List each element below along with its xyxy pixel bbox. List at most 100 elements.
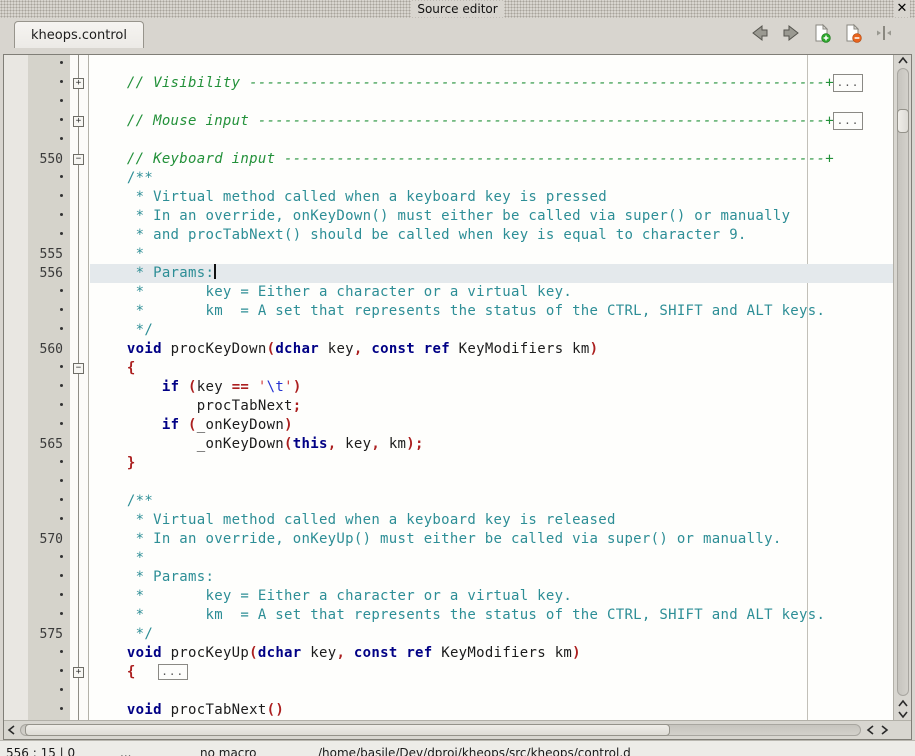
remove-document-button[interactable] [842,22,864,44]
fold-expand-icon[interactable]: + [73,116,84,127]
code-row[interactable] [4,682,893,701]
code-line[interactable]: * key = Either a character or a virtual … [90,587,893,606]
go-forward-button[interactable] [780,22,802,44]
code-line[interactable]: * In an override, onKeyDown() must eithe… [90,207,893,226]
fold-collapse-icon[interactable]: − [73,363,84,374]
scroll-up-icon[interactable] [896,55,910,66]
scroll-left2-icon[interactable] [863,725,877,736]
scroll-up2-icon[interactable] [896,698,910,709]
code-line[interactable]: // Visibility --------------------------… [90,74,893,93]
code-row[interactable]: * km = A set that represents the status … [4,302,893,321]
code-row[interactable]: + // Visibility ------------------------… [4,74,893,93]
code-line[interactable]: if (key == '\t') [90,378,893,397]
tab-kheops-control[interactable]: kheops.control [14,21,144,48]
horizontal-scroll-thumb[interactable] [25,724,670,736]
fold-expand-icon[interactable]: + [73,78,84,89]
code-row[interactable]: */ [4,321,893,340]
code-line[interactable]: * key = Either a character or a virtual … [90,283,893,302]
code-line[interactable]: // Keyboard input ----------------------… [90,150,893,169]
vertical-scrollbar[interactable] [893,55,911,720]
code-line[interactable]: { [90,359,893,378]
code-row[interactable]: /** [4,492,893,511]
code-line[interactable]: } [90,454,893,473]
vertical-scroll-thumb[interactable] [897,109,909,133]
horizontal-scrollbar[interactable] [4,720,911,739]
close-icon[interactable]: ✕ [894,0,910,17]
folded-code-box[interactable]: ... [833,112,863,130]
scroll-down-icon[interactable] [896,709,910,720]
code-row[interactable]: /** [4,169,893,188]
code-row[interactable]: 550− // Keyboard input -----------------… [4,150,893,169]
fold-expand-icon[interactable]: + [73,667,84,678]
code-line[interactable]: * Params: [90,568,893,587]
code-area[interactable]: + // Visibility ------------------------… [4,55,893,720]
new-document-button[interactable] [811,22,833,44]
code-row[interactable]: 560 void procKeyDown(dchar key, const re… [4,340,893,359]
code-row[interactable]: − { [4,359,893,378]
vertical-scroll-track[interactable] [897,68,909,696]
code-line[interactable] [90,131,893,150]
code-line[interactable] [90,55,893,74]
code-row[interactable]: void procTabNext() [4,701,893,720]
code-line[interactable]: void procKeyDown(dchar key, const ref Ke… [90,340,893,359]
code-row[interactable]: * Virtual method called when a keyboard … [4,511,893,530]
code-row[interactable]: * [4,549,893,568]
code-line[interactable] [90,473,893,492]
code-row[interactable]: 575 */ [4,625,893,644]
code-row[interactable]: } [4,454,893,473]
code-line[interactable]: /** [90,492,893,511]
code-line[interactable]: {... [90,663,893,682]
scroll-right-icon[interactable] [877,725,891,736]
fold-collapse-icon[interactable]: − [73,154,84,165]
code-line[interactable]: */ [90,625,893,644]
code-row[interactable]: * km = A set that represents the status … [4,606,893,625]
code-line[interactable]: * In an override, onKeyUp() must either … [90,530,893,549]
code-row[interactable]: * Params: [4,568,893,587]
code-row[interactable]: 570 * In an override, onKeyUp() must eit… [4,530,893,549]
code-token: ) [284,417,293,433]
code-row[interactable]: + // Mouse input -----------------------… [4,112,893,131]
split-view-button[interactable] [873,22,895,44]
horizontal-scroll-track[interactable] [20,724,861,736]
code-row[interactable] [4,473,893,492]
code-row[interactable]: * Virtual method called when a keyboard … [4,188,893,207]
scroll-left-icon[interactable] [4,725,18,736]
code-line[interactable]: _onKeyDown(this, key, km); [90,435,893,454]
code-row[interactable]: if (_onKeyDown) [4,416,893,435]
code-line[interactable] [90,682,893,701]
code-line[interactable]: void procKeyUp(dchar key, const ref KeyM… [90,644,893,663]
code-row[interactable]: 556 * Params: [4,264,893,283]
code-row[interactable]: + {... [4,663,893,682]
code-row[interactable]: 565 _onKeyDown(this, key, km); [4,435,893,454]
code-line[interactable]: */ [90,321,893,340]
code-row[interactable]: * and procTabNext() should be called whe… [4,226,893,245]
code-row[interactable]: 555 * [4,245,893,264]
code-row[interactable]: * In an override, onKeyDown() must eithe… [4,207,893,226]
code-line[interactable] [90,93,893,112]
code-row[interactable] [4,131,893,150]
code-line[interactable]: * and procTabNext() should be called whe… [90,226,893,245]
code-line[interactable]: void procTabNext() [90,701,893,720]
folded-code-box[interactable]: ... [158,664,188,680]
code-line[interactable]: * km = A set that represents the status … [90,302,893,321]
code-line[interactable]: * km = A set that represents the status … [90,606,893,625]
code-row[interactable]: procTabNext; [4,397,893,416]
code-line[interactable]: procTabNext; [90,397,893,416]
code-line[interactable]: * Virtual method called when a keyboard … [90,188,893,207]
code-row[interactable] [4,93,893,112]
go-back-button[interactable] [749,22,771,44]
code-line[interactable]: if (_onKeyDown) [90,416,893,435]
code-row[interactable]: * key = Either a character or a virtual … [4,587,893,606]
code-line[interactable]: * [90,549,893,568]
code-line[interactable]: * Virtual method called when a keyboard … [90,511,893,530]
line-number [4,682,70,701]
code-line[interactable]: * Params: [90,264,893,283]
code-row[interactable] [4,55,893,74]
folded-code-box[interactable]: ... [833,74,863,92]
code-line[interactable]: * [90,245,893,264]
code-row[interactable]: * key = Either a character or a virtual … [4,283,893,302]
code-row[interactable]: void procKeyUp(dchar key, const ref KeyM… [4,644,893,663]
code-row[interactable]: if (key == '\t') [4,378,893,397]
code-line[interactable]: /** [90,169,893,188]
code-line[interactable]: // Mouse input -------------------------… [90,112,893,131]
